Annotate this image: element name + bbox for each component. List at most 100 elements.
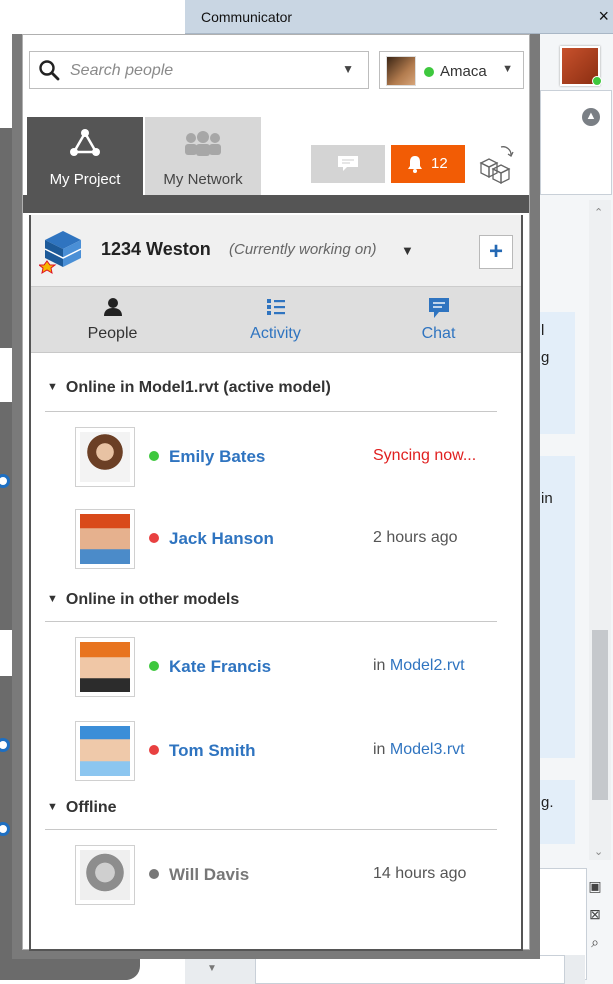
model-link[interactable]: Model2.rvt: [390, 657, 465, 674]
project-name: 1234 Weston: [101, 239, 211, 259]
search-icon: [39, 60, 60, 81]
tab-label: Activity: [250, 325, 301, 342]
notification-count: 12: [431, 155, 448, 172]
group-title: Offline: [65, 799, 117, 816]
divider: [45, 829, 497, 830]
communicator-panel: Search people ▼ Amaca ▼ My Project My Ne…: [12, 34, 540, 959]
person-name: Kate Francis: [169, 657, 272, 676]
tab-activity[interactable]: Activity: [194, 287, 357, 353]
sub-tabs: People Activity Chat: [31, 287, 521, 353]
tab-content-divider: [23, 195, 529, 213]
chat-text-fragment: g.: [541, 794, 554, 811]
scrollbar-thumb[interactable]: [592, 630, 608, 800]
person-icon: [31, 297, 194, 322]
project-model-icon: [39, 231, 82, 275]
chevron-down-icon[interactable]: ▼: [207, 963, 217, 974]
offline-status-icon: [149, 869, 159, 879]
chevron-down-icon[interactable]: ▼: [342, 62, 354, 76]
activity-list-icon: [194, 297, 357, 322]
tab-my-project[interactable]: My Project: [27, 117, 143, 195]
person-name: Jack Hanson: [169, 529, 274, 548]
notifications-button[interactable]: 12: [391, 145, 465, 183]
communicator-panel-inner: Search people ▼ Amaca ▼ My Project My Ne…: [22, 34, 530, 951]
text-field[interactable]: [255, 955, 565, 984]
screenshot-icon[interactable]: ⊠: [583, 906, 607, 930]
caret-down-icon: ▼: [47, 801, 58, 813]
chevron-down-icon[interactable]: ⌄: [594, 845, 603, 858]
person-status: in Model3.rvt: [373, 741, 465, 759]
avatar: [386, 56, 416, 86]
tab-people[interactable]: People: [31, 287, 194, 353]
chat-bubble-icon: [338, 156, 358, 171]
avatar: [75, 721, 135, 781]
list-item[interactable]: Emily Bates Syncing now...: [75, 427, 515, 487]
tab-label: My Project: [49, 171, 121, 188]
tab-chat[interactable]: Chat: [357, 287, 520, 353]
project-status: (Currently working on): [229, 241, 377, 258]
background-window-titlebar: Communicator ×: [185, 0, 613, 34]
model-sync-icon[interactable]: [475, 143, 515, 185]
tab-label: My Network: [163, 171, 243, 188]
people-group-icon: [145, 129, 261, 162]
group-header[interactable]: ▼ Online in Model1.rvt (active model): [47, 379, 331, 397]
node-icon: [0, 474, 10, 488]
tab-my-network[interactable]: My Network: [145, 117, 261, 195]
scrollbar[interactable]: ⌃ ⌄: [589, 200, 611, 860]
list-item[interactable]: Will Davis 14 hours ago: [75, 845, 515, 905]
project-panel: 1234 Weston (Currently working on) ▼ + P…: [29, 215, 523, 951]
online-status-icon: [149, 451, 159, 461]
chat-text-fragment: l: [541, 322, 545, 339]
avatar[interactable]: [560, 46, 602, 86]
current-user-selector[interactable]: Amaca ▼: [379, 51, 524, 89]
background-bottom-bar: ▼: [185, 955, 585, 984]
busy-status-icon: [149, 745, 159, 755]
person-status: in Model2.rvt: [373, 657, 465, 675]
divider: [45, 621, 497, 622]
model-link[interactable]: Model3.rvt: [390, 741, 465, 758]
group-title: Online in Model1.rvt (active model): [65, 379, 331, 396]
busy-status-icon: [149, 533, 159, 543]
search-people-input[interactable]: Search people ▼: [29, 51, 369, 89]
list-item[interactable]: Jack Hanson 2 hours ago: [75, 509, 515, 569]
avatar: [75, 427, 135, 487]
chevron-down-icon[interactable]: ▼: [401, 243, 414, 258]
status-prefix: in: [373, 741, 386, 758]
group-header[interactable]: ▼ Online in other models: [47, 591, 239, 609]
tab-label: Chat: [421, 325, 456, 342]
node-icon: [0, 822, 10, 836]
project-network-icon: [27, 129, 143, 162]
tab-label: People: [87, 325, 138, 342]
caret-down-icon: ▼: [47, 593, 58, 605]
avatar: [75, 845, 135, 905]
bell-icon: [408, 156, 422, 173]
search-placeholder: Search people: [70, 62, 174, 79]
chevron-up-icon[interactable]: ⌃: [594, 206, 603, 219]
close-icon[interactable]: ×: [598, 6, 609, 27]
project-header[interactable]: 1234 Weston (Currently working on) ▼ +: [31, 215, 521, 287]
online-status-icon: [149, 661, 159, 671]
add-project-button[interactable]: +: [479, 235, 513, 269]
image-icon[interactable]: ▣: [583, 878, 607, 902]
online-status-icon: [592, 76, 602, 86]
group-header[interactable]: ▼ Offline: [47, 799, 117, 817]
avatar: [75, 509, 135, 569]
chat-text-fragment: g: [541, 349, 550, 366]
node-icon: [0, 738, 10, 752]
person-status: 2 hours ago: [373, 529, 458, 546]
person-name: Will Davis: [169, 865, 250, 884]
chat-button[interactable]: [311, 145, 385, 183]
chevron-up-icon[interactable]: ▲: [582, 108, 600, 126]
person-status: Syncing now...: [373, 447, 477, 464]
current-user-name: Amaca: [440, 63, 487, 80]
window-title: Communicator: [201, 9, 293, 25]
online-status-icon: [424, 67, 434, 77]
list-item[interactable]: Tom Smith in Model3.rvt: [75, 721, 515, 781]
list-item[interactable]: Kate Francis in Model2.rvt: [75, 637, 515, 697]
attachment-icon[interactable]: ⌕: [583, 934, 607, 958]
chevron-down-icon[interactable]: ▼: [502, 63, 513, 75]
chat-bubble-icon: [357, 297, 520, 324]
chat-text-fragment: in: [541, 490, 553, 507]
status-prefix: in: [373, 657, 386, 674]
group-title: Online in other models: [65, 591, 240, 608]
avatar: [75, 637, 135, 697]
